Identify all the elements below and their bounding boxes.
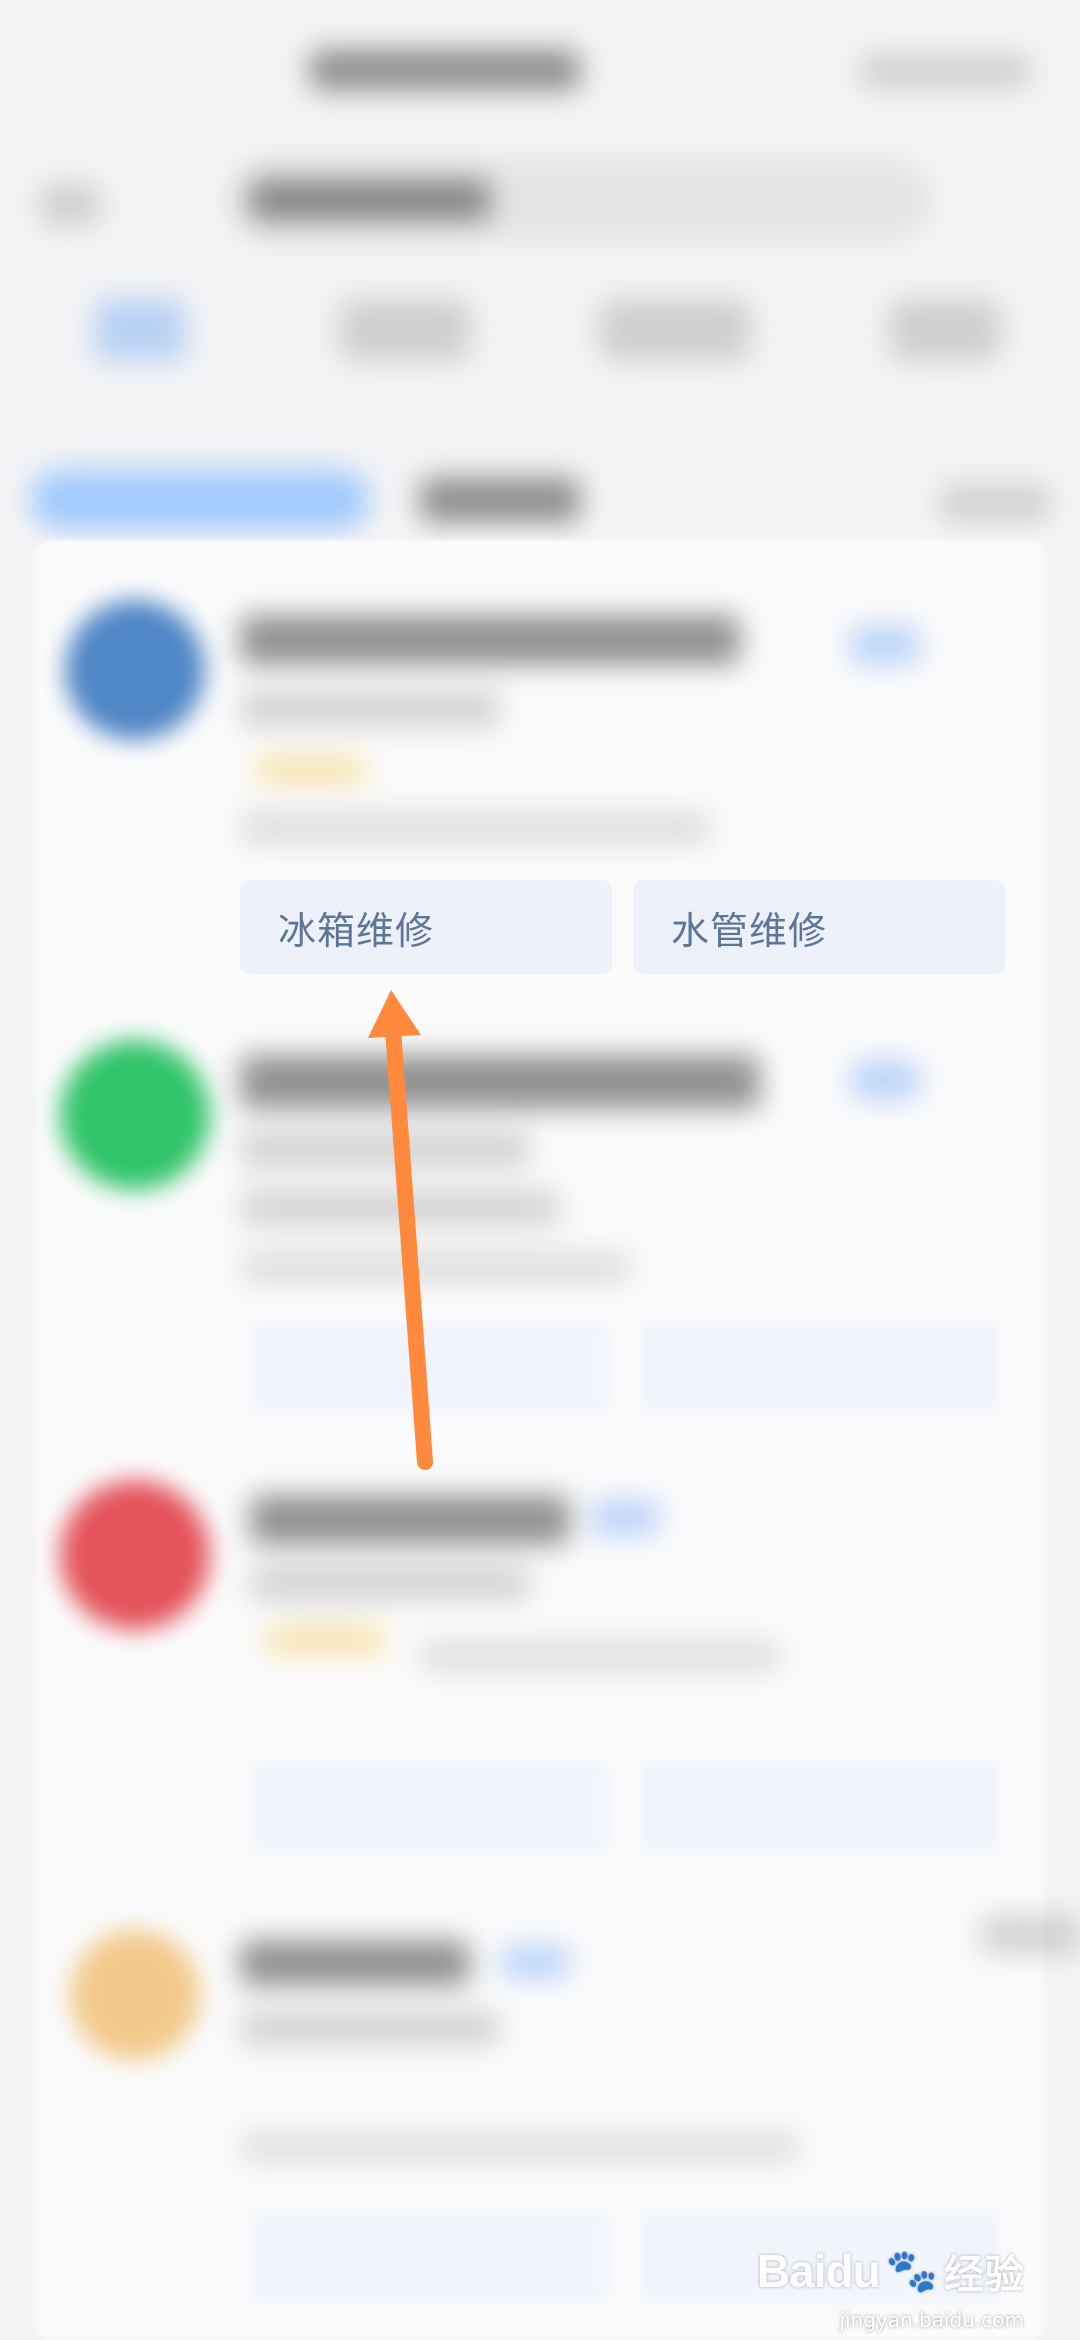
paw-icon: 🐾 — [885, 2246, 938, 2295]
app-screen: 冰箱维修 水管维修 Baidu 🐾 经验 jingyan.baidu.com — [0, 0, 1080, 2340]
watermark-logo-cn: 经验 — [944, 2252, 1024, 2298]
annotation-arrow-icon — [368, 990, 433, 1470]
baidu-jingyan-watermark: Baidu 🐾 经验 — [757, 2242, 1024, 2300]
watermark-logo: Baidu — [756, 2245, 881, 2297]
watermark-url: jingyan.baidu.com — [839, 2308, 1024, 2332]
